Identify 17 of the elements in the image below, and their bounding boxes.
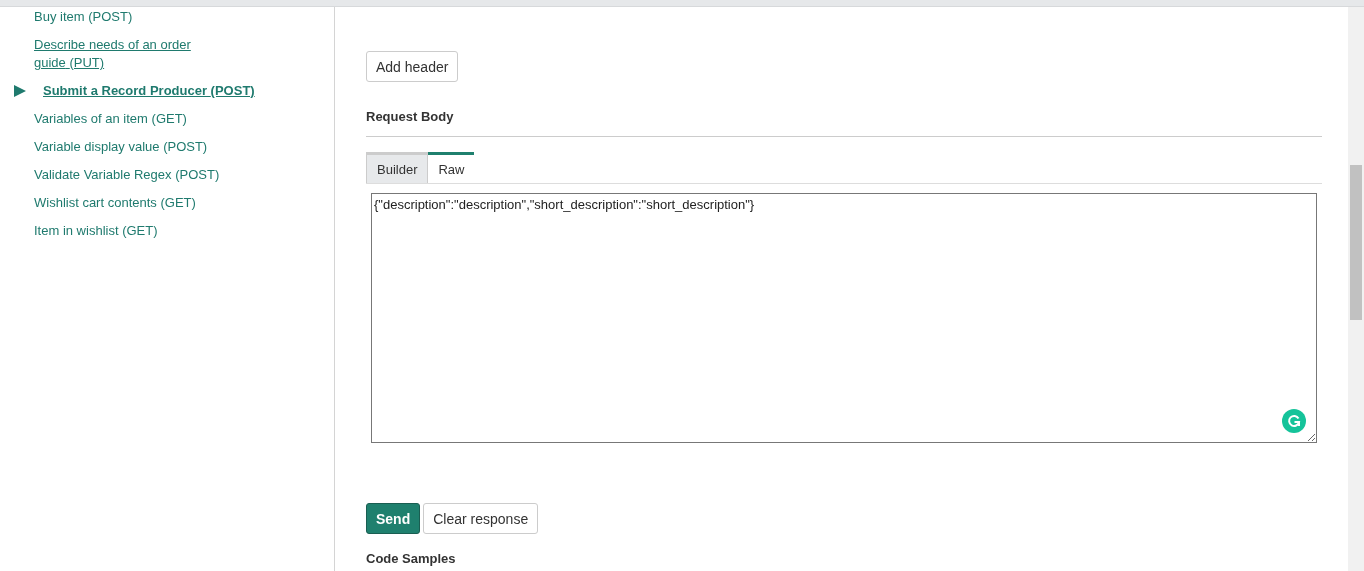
request-body-field[interactable]: {"description":"description","short_description":"short_description"} (371, 193, 1317, 443)
section-title: Code Samples (366, 551, 456, 566)
add-header-button[interactable]: Add header (366, 51, 459, 82)
section-title: Request Body (366, 109, 454, 124)
grammar-assistant-icon[interactable] (1282, 409, 1306, 433)
sidebar-link[interactable]: Variables of an item (GET) (34, 110, 187, 128)
sidebar-link[interactable]: Wishlist cart contents (GET) (34, 194, 196, 212)
sidebar-link[interactable]: Variable display value (POST) (34, 138, 208, 156)
clear-response-button[interactable]: Clear response (423, 503, 539, 534)
sidebar-link[interactable]: Buy item (POST) (34, 8, 133, 26)
sidebar-link[interactable]: Item in wishlist (GET) (34, 222, 158, 240)
sidebar-link[interactable]: Validate Variable Regex (POST) (34, 166, 220, 184)
scrollbar[interactable] (1348, 7, 1364, 571)
sidebar-link[interactable]: Submit a Record Producer (POST) (43, 82, 283, 100)
sidebar-link[interactable]: Describe needs of an order guide (PUT) (34, 36, 214, 72)
send-button[interactable]: Send (366, 503, 421, 534)
tab[interactable]: Builder (366, 152, 429, 183)
